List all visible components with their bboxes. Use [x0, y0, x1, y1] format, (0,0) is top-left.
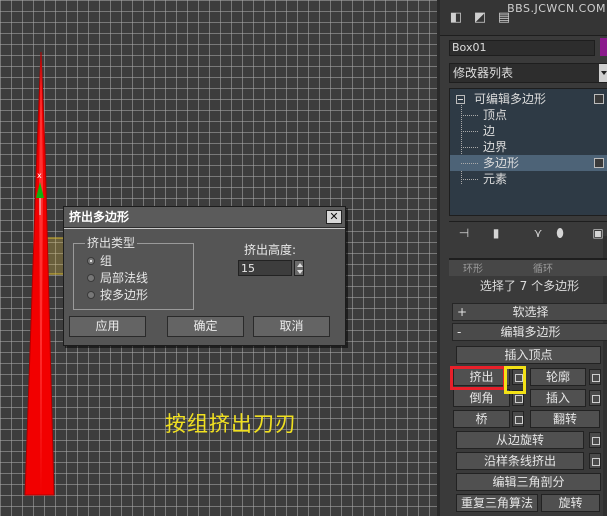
flip-button[interactable]: 翻转: [530, 410, 600, 428]
extrude-settings-highlight: [504, 366, 526, 394]
stack-item-label: 边: [483, 124, 496, 138]
extrude-button-highlight: [450, 366, 506, 390]
edit-triangulation-button[interactable]: 编辑三角剖分: [456, 473, 601, 491]
viewport-caption: 按组挤出刀刃: [165, 412, 297, 436]
tree-tick: [461, 163, 479, 164]
tree-tick: [461, 147, 479, 148]
chevron-down-icon[interactable]: [599, 64, 607, 82]
extrusion-type-group: 挤出类型 组 局部法线 按多边形: [73, 236, 194, 310]
close-icon[interactable]: ✕: [326, 210, 342, 224]
retriangulate-button[interactable]: 重复三角算法: [456, 494, 538, 512]
selection-status: 选择了 7 个多边形: [479, 279, 580, 293]
loop-button[interactable]: 循环: [533, 260, 553, 275]
radio-label: 组: [100, 254, 113, 268]
inset-button[interactable]: 插入: [530, 389, 586, 407]
modify-tab-icon[interactable]: ◩: [470, 9, 490, 27]
stack-item-label: 顶点: [483, 108, 508, 122]
outline-settings-icon[interactable]: [589, 369, 601, 385]
tree-tick: [461, 115, 479, 116]
extrude-along-spline-button[interactable]: 沿样条线挤出: [456, 452, 584, 470]
create-tab-icon[interactable]: ◧: [446, 9, 466, 27]
modifier-list-dropdown[interactable]: 修改器列表: [449, 63, 607, 83]
stack-item-edge[interactable]: 边: [450, 123, 607, 139]
cancel-button[interactable]: 取消: [253, 316, 330, 337]
stack-toolbar: ⊣ ▮ ⋎ ⬮ ▣: [449, 221, 607, 243]
stack-item-element[interactable]: 元素: [450, 171, 607, 187]
stack-item-label: 多边形: [483, 156, 520, 170]
gizmo-label: x: [37, 171, 42, 180]
apply-button[interactable]: 应用: [69, 316, 146, 337]
dialog-title-bar[interactable]: 挤出多边形 ✕: [64, 207, 345, 228]
ok-button[interactable]: 确定: [167, 316, 244, 337]
extrude-spline-settings-icon[interactable]: [589, 453, 601, 469]
tree-tick: [461, 179, 479, 180]
soft-selection-rollout[interactable]: + 软选择: [452, 303, 607, 321]
edit-polygons-rollout[interactable]: - 编辑多边形: [452, 323, 607, 341]
watermark-text: BBS.JCWCN.COM: [507, 2, 606, 15]
extrusion-height-label: 挤出高度:: [244, 243, 297, 257]
tree-tick: [461, 131, 479, 132]
pin-stack-icon[interactable]: ⊣: [455, 225, 473, 241]
spinner-arrows-icon[interactable]: [294, 260, 304, 276]
object-color-swatch[interactable]: [600, 38, 607, 56]
extrude-polygons-dialog: 挤出多边形 ✕ 挤出类型 组 局部法线 按多边形 挤出高度: 应用 确定 取消: [63, 206, 346, 346]
radio-selected-icon[interactable]: [87, 257, 95, 265]
inset-settings-icon[interactable]: [589, 390, 601, 406]
checkbox-icon[interactable]: [594, 94, 604, 104]
checkbox-icon[interactable]: [594, 158, 604, 168]
bridge-settings-icon[interactable]: [512, 411, 524, 427]
dialog-title: 挤出多边形: [69, 210, 130, 224]
turn-button[interactable]: 旋转: [541, 494, 600, 512]
insert-vertex-button[interactable]: 插入顶点: [456, 346, 601, 364]
expand-icon: +: [457, 305, 468, 319]
radio-label: 局部法线: [100, 271, 149, 285]
outline-button[interactable]: 轮廓: [530, 368, 586, 386]
rollout-title: 编辑多边形: [500, 325, 561, 339]
rollout-title: 软选择: [512, 305, 549, 319]
radio-group-option[interactable]: 组: [87, 253, 113, 269]
show-end-result-icon[interactable]: ▮: [487, 225, 505, 241]
object-name-input[interactable]: Box01: [449, 40, 595, 56]
modifier-list-label: 修改器列表: [453, 66, 514, 80]
radio-local-normal-option[interactable]: 局部法线: [87, 270, 149, 286]
radio-by-polygon-option[interactable]: 按多边形: [87, 287, 149, 303]
stack-item-vertex[interactable]: 顶点: [450, 107, 607, 123]
collapse-icon[interactable]: [456, 95, 465, 104]
stack-item-border[interactable]: 边界: [450, 139, 607, 155]
stack-item-label: 可编辑多边形: [474, 92, 547, 106]
bridge-button[interactable]: 桥: [453, 410, 510, 428]
dialog-body: 挤出类型 组 局部法线 按多边形 挤出高度: 应用 确定 取消: [64, 229, 345, 345]
command-panel: ◧ ◩ ▤ BBS.JCWCN.COM Box01 修改器列表 可编辑多边形 顶…: [437, 0, 607, 516]
extrusion-height-input[interactable]: [238, 260, 292, 276]
stack-item-editable-poly[interactable]: 可编辑多边形: [450, 91, 607, 107]
bevel-button[interactable]: 倒角: [453, 389, 510, 407]
ring-loop-row: 环形 循环: [449, 258, 607, 276]
radio-label: 按多边形: [100, 288, 149, 302]
radio-icon[interactable]: [87, 291, 95, 299]
group-title: 挤出类型: [85, 236, 138, 250]
command-panel-tabs: ◧ ◩ ▤ BBS.JCWCN.COM: [440, 0, 607, 36]
collapse-icon: -: [457, 325, 462, 339]
remove-modifier-icon[interactable]: ⬮: [551, 225, 569, 241]
stack-item-label: 边界: [483, 140, 508, 154]
hinge-settings-icon[interactable]: [589, 432, 601, 448]
radio-icon[interactable]: [87, 274, 95, 282]
stack-item-polygon[interactable]: 多边形: [450, 155, 607, 171]
modifier-stack: 可编辑多边形 顶点 边 边界 多边形 元素: [449, 88, 607, 216]
ring-button[interactable]: 环形: [463, 260, 483, 275]
hinge-from-edge-button[interactable]: 从边旋转: [456, 431, 584, 449]
stack-item-label: 元素: [483, 172, 508, 186]
make-unique-icon[interactable]: ⋎: [529, 225, 547, 241]
